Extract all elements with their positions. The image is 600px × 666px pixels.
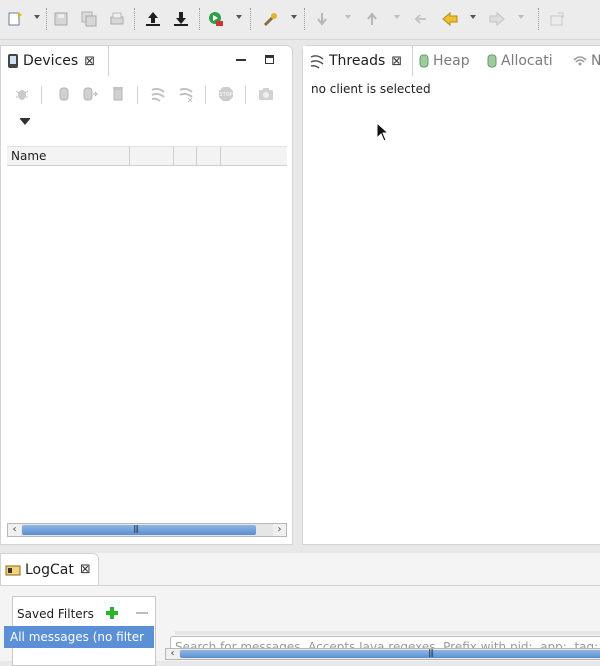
next-annotation-dropdown-icon[interactable] — [345, 15, 351, 19]
next-annotation-icon[interactable] — [313, 8, 331, 30]
close-icon[interactable]: ⊠ — [84, 54, 95, 69]
update-threads-icon[interactable] — [149, 84, 167, 104]
external-tools-dropdown-icon[interactable] — [291, 15, 297, 19]
run-debug-icon[interactable] — [206, 8, 226, 30]
logcat-view: LogCat ⊠ Saved Filters All messages (no … — [0, 553, 600, 666]
add-filter-icon[interactable] — [105, 606, 119, 620]
logcat-body: Saved Filters All messages (no filter ‹ … — [0, 585, 600, 666]
view-menu-icon[interactable] — [20, 119, 30, 125]
logcat-icon — [5, 565, 21, 575]
network-icon — [573, 56, 587, 66]
no-client-message: no client is selected — [311, 82, 431, 96]
save-icon[interactable] — [52, 8, 70, 30]
view-menu-bar — [20, 118, 30, 119]
threads-view: Threads ⊠ Heap Allocati N no client is s… — [302, 45, 600, 545]
devices-table-header: Name — [7, 146, 287, 166]
new-wizard-icon[interactable] — [6, 8, 24, 30]
print-icon[interactable] — [108, 8, 126, 30]
filter-item-all-messages[interactable]: All messages (no filter — [4, 626, 154, 648]
back-icon[interactable] — [440, 8, 460, 30]
svg-text:STOP: STOP — [219, 92, 232, 98]
forward-dropdown-icon[interactable] — [518, 15, 524, 19]
devices-horizontal-scrollbar[interactable]: ‹ ||| › — [7, 523, 287, 537]
close-icon[interactable]: ⊠ — [391, 54, 402, 69]
devices-tabbar: Devices ⊠ — [1, 46, 292, 76]
forward-icon[interactable] — [487, 8, 507, 30]
maximize-icon[interactable] — [265, 55, 274, 64]
column-serial[interactable] — [129, 147, 174, 166]
main-toolbar — [0, 0, 600, 40]
tab-threads[interactable]: Threads ⊠ — [303, 46, 413, 76]
save-all-icon[interactable] — [80, 8, 98, 30]
push-file-icon[interactable] — [143, 8, 163, 30]
pin-editor-icon[interactable] — [548, 8, 566, 30]
tab-devices[interactable]: Devices ⊠ — [1, 46, 109, 76]
remove-filter-icon[interactable] — [135, 606, 149, 620]
tab-logcat-label: LogCat — [25, 561, 74, 578]
screen-capture-icon[interactable] — [257, 84, 275, 104]
scroll-left-icon[interactable]: ‹ — [8, 524, 21, 536]
tab-devices-label: Devices — [23, 53, 79, 69]
previous-annotation-dropdown-icon[interactable] — [394, 15, 400, 19]
tab-allocation[interactable]: Allocati — [487, 46, 571, 76]
phone-icon — [8, 54, 18, 68]
cause-gc-icon[interactable] — [109, 84, 127, 104]
back-dropdown-icon[interactable] — [470, 15, 476, 19]
threads-icon — [310, 55, 324, 69]
scrollbar-thumb[interactable] — [22, 525, 256, 535]
scrollbar-thumb[interactable] — [180, 650, 600, 658]
close-icon[interactable]: ⊠ — [80, 562, 91, 577]
scroll-left-icon[interactable]: ‹ — [166, 649, 179, 659]
last-edit-location-icon[interactable] — [412, 8, 430, 30]
tab-allocation-label: Allocati — [501, 53, 553, 69]
column-type[interactable] — [202, 147, 221, 166]
devices-view: Devices ⊠ STOP Name ‹ ||| › — [0, 45, 293, 545]
heap-icon — [419, 54, 429, 68]
allocation-icon — [487, 54, 497, 68]
tab-heap-label: Heap — [433, 53, 470, 69]
minimize-icon[interactable] — [236, 59, 246, 61]
saved-filters-title: Saved Filters — [17, 607, 94, 621]
scroll-right-icon[interactable]: › — [273, 524, 286, 536]
dump-hprof-icon[interactable] — [81, 84, 99, 104]
logcat-horizontal-scrollbar[interactable]: ‹ ||| — [165, 648, 600, 660]
stop-process-icon[interactable]: STOP — [217, 84, 235, 104]
mouse-cursor-icon — [376, 122, 388, 142]
column-state[interactable] — [178, 147, 197, 166]
debug-bug-icon[interactable] — [13, 84, 31, 104]
start-method-profiling-icon[interactable] — [177, 84, 195, 104]
previous-annotation-icon[interactable] — [363, 8, 381, 30]
tab-network-label: N — [591, 53, 600, 69]
tab-network[interactable]: N — [573, 46, 600, 76]
external-tools-icon[interactable] — [262, 8, 280, 30]
threads-tabbar: Threads ⊠ Heap Allocati N — [303, 46, 600, 76]
run-dropdown-icon[interactable] — [236, 15, 242, 19]
new-dropdown-icon[interactable] — [34, 15, 40, 19]
column-name[interactable]: Name — [7, 147, 130, 166]
tab-heap[interactable]: Heap — [419, 46, 485, 76]
tab-logcat[interactable]: LogCat ⊠ — [0, 553, 99, 585]
update-heap-icon[interactable] — [55, 84, 73, 104]
tab-threads-label: Threads — [329, 53, 386, 69]
pull-file-icon[interactable] — [171, 8, 191, 30]
